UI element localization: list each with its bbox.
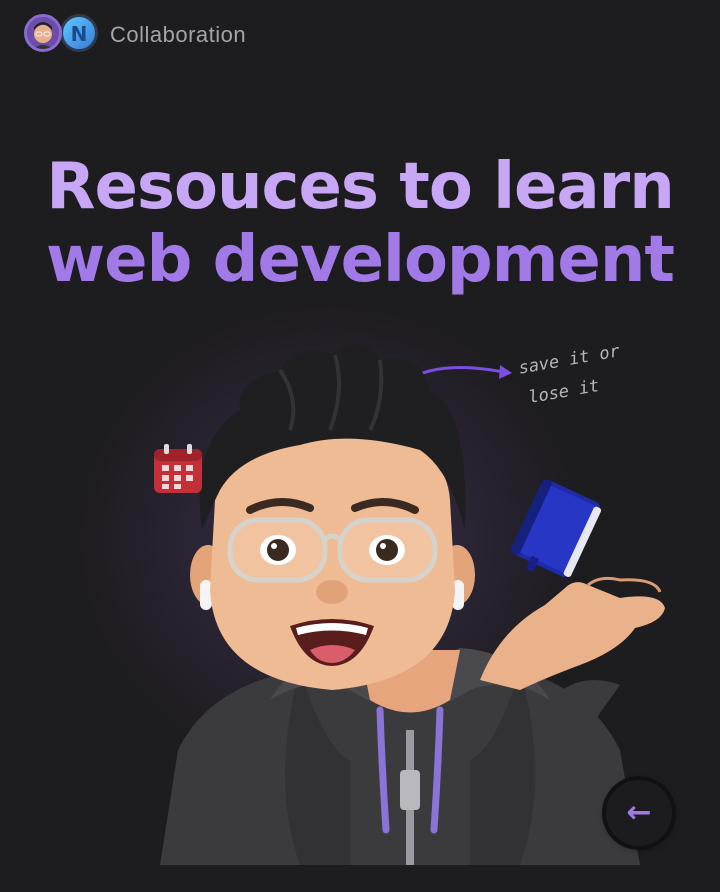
memoji-mini-icon [27, 17, 59, 49]
calendar-icon [154, 444, 202, 493]
headline-line-1: Resouces to learn [46, 150, 675, 224]
collaborator-avatars: N [22, 12, 106, 58]
avatar-secondary[interactable]: N [60, 14, 98, 52]
post-header: N Collaboration [22, 12, 246, 58]
post-slide: N Collaboration Resouces to learn web de… [0, 0, 720, 892]
avatar-secondary-letter: N [70, 22, 88, 46]
collaboration-label: Collaboration [110, 22, 247, 47]
memoji-character-illustration [160, 343, 665, 865]
back-button[interactable]: ← [606, 780, 672, 846]
avatar-primary[interactable] [24, 14, 62, 52]
book-icon [510, 480, 602, 577]
arrow-left-icon: ← [626, 795, 652, 830]
headline-line-2: web development [46, 223, 675, 297]
